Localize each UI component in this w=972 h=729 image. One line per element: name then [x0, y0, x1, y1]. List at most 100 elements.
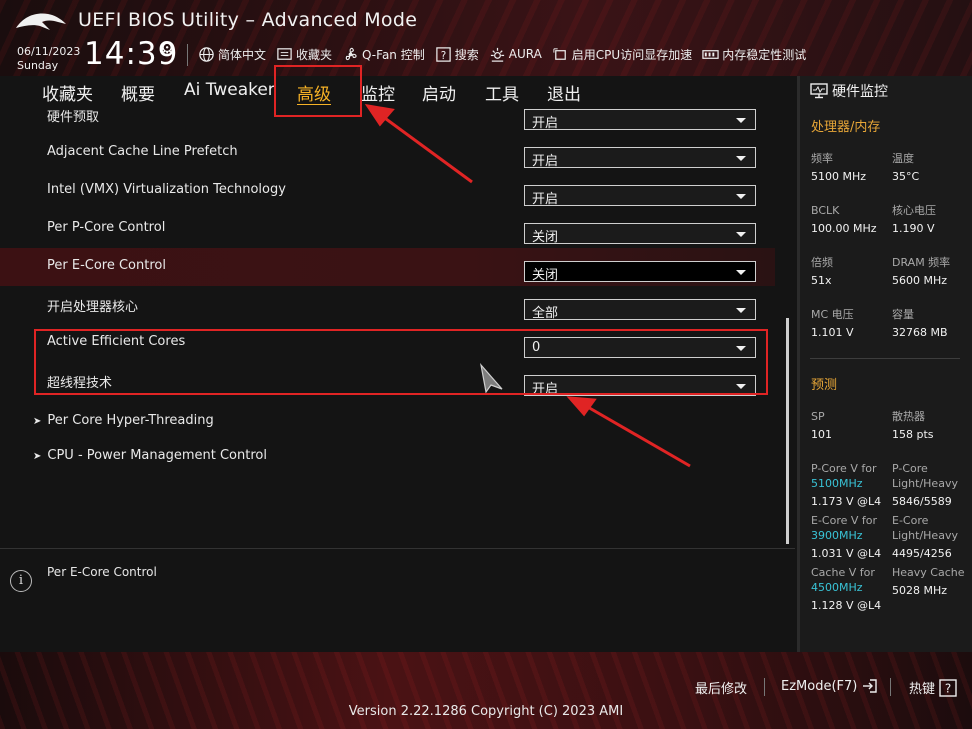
aura-button[interactable]: AURA	[489, 46, 542, 63]
help-text: Per E-Core Control	[47, 565, 157, 579]
setting-label: 硬件预取	[47, 110, 100, 125]
cooler-value: 158 pts	[892, 428, 934, 441]
rog-logo-icon	[16, 13, 66, 31]
metric-label: BCLK	[811, 204, 840, 217]
setting-dropdown[interactable]: 关闭	[524, 261, 756, 283]
dropdown-value: 全部	[532, 306, 559, 321]
setting-label: Per E-Core Control	[47, 258, 166, 273]
cache-v-freq: 4500MHz	[811, 581, 863, 594]
pcore-v-freq: 5100MHz	[811, 477, 863, 490]
header-divider	[187, 44, 188, 66]
setting-label: 开启处理器核心	[47, 300, 139, 315]
memory-test-icon	[702, 49, 719, 59]
favorites-label: 收藏夹	[296, 47, 333, 62]
qfan-button[interactable]: Q-Fan 控制	[342, 46, 425, 63]
metric-label: DRAM 频率	[892, 256, 951, 269]
ezmode-button[interactable]: EzMode(F7)	[781, 678, 879, 694]
last-modified-button[interactable]: 最后修改	[695, 678, 747, 697]
info-icon: i	[10, 570, 32, 592]
metric-value: 1.190 V	[892, 222, 935, 235]
pcore-v-value: 1.173 V @L4	[811, 495, 882, 508]
language-label: 简体中文	[218, 47, 267, 62]
sp-label: SP	[811, 410, 825, 423]
hardware-monitor-panel: 硬件监控 处理器/内存 频率 5100 MHz 温度 35°C BCLK 100…	[797, 76, 972, 652]
resize-bar-label: 启用CPU访问显存加速	[571, 47, 693, 62]
metric-label: 核心电压	[892, 204, 936, 217]
favorites-button[interactable]: 收藏夹	[276, 46, 332, 63]
panel-divider	[810, 358, 960, 359]
setting-row-enable-cores[interactable]: 开启处理器核心 全部	[0, 286, 775, 324]
metric-value: 5100 MHz	[811, 170, 867, 183]
ecore-v-label-text: E-Core V for	[811, 514, 878, 527]
submenu-label: CPU - Power Management Control	[47, 448, 267, 463]
metric-value: 100.00 MHz	[811, 222, 877, 235]
setting-dropdown[interactable]: 开启	[524, 185, 756, 207]
hotkeys-label: 热键	[909, 682, 936, 697]
monitor-title: 硬件监控	[810, 81, 888, 101]
svg-text:?: ?	[440, 49, 446, 61]
settings-scrollbar[interactable]	[786, 318, 789, 544]
search-label: 搜索	[454, 47, 479, 62]
submenu-cpu-power[interactable]: ➤ CPU - Power Management Control	[33, 448, 267, 463]
setting-dropdown[interactable]: 开启	[524, 147, 756, 169]
chevron-down-icon	[736, 232, 746, 237]
metric-value: 32768 MB	[892, 326, 948, 339]
submenu-label: Per Core Hyper-Threading	[47, 413, 214, 428]
search-button[interactable]: ? 搜索	[435, 46, 479, 63]
metric-value: 5600 MHz	[892, 274, 948, 287]
setting-row-vmx[interactable]: Intel (VMX) Virtualization Technology 开启	[0, 172, 775, 210]
dropdown-value: 开启	[532, 192, 559, 207]
pcore-lh-label: P-Core Light/Heavy	[892, 462, 958, 490]
ezmode-label: EzMode(F7)	[781, 678, 858, 694]
date-value: 06/11/2023	[17, 45, 81, 58]
hotkeys-help-icon: ?	[939, 678, 957, 697]
memory-test-button[interactable]: 内存稳定性测试	[702, 46, 806, 63]
setting-dropdown[interactable]: 关闭	[524, 223, 756, 245]
version-text: Version 2.22.1286 Copyright (C) 2023 AMI	[348, 704, 624, 719]
monitor-icon	[810, 83, 828, 99]
app-title: UEFI BIOS Utility – Advanced Mode	[78, 9, 418, 31]
cooler-label: 散热器	[892, 410, 925, 423]
setting-dropdown[interactable]: 全部	[524, 299, 756, 321]
setting-label: Adjacent Cache Line Prefetch	[47, 144, 238, 159]
setting-row-adjacent-cache[interactable]: Adjacent Cache Line Prefetch 开启	[0, 134, 775, 172]
metric-value: 51x	[811, 274, 832, 287]
metric-label: 倍频	[811, 256, 833, 269]
ecore-v-label: E-Core V for 3900MHz	[811, 513, 877, 543]
dropdown-value: 开启	[532, 154, 559, 169]
submenu-arrow-icon: ➤	[33, 451, 42, 462]
aura-icon	[490, 47, 504, 62]
help-panel: i Per E-Core Control	[0, 548, 795, 653]
cache-v-label-text: Cache V for	[811, 566, 875, 579]
footer-divider	[764, 678, 765, 696]
dropdown-value: 关闭	[532, 268, 559, 283]
heavy-cache-label: Heavy Cache	[892, 566, 965, 579]
ecore-v-value: 1.031 V @L4	[811, 547, 882, 560]
header-bar: UEFI BIOS Utility – Advanced Mode 06/11/…	[0, 0, 972, 76]
resize-bar-icon	[553, 47, 566, 60]
clock-settings-icon[interactable]: ⚙	[160, 38, 174, 57]
chevron-down-icon	[736, 118, 746, 123]
chevron-down-icon	[736, 194, 746, 199]
day-value: Sunday	[17, 59, 59, 72]
setting-row-per-e-core[interactable]: Per E-Core Control 关闭	[0, 248, 775, 286]
cache-v-value: 1.128 V @L4	[811, 599, 882, 612]
toolbar: 简体中文 收藏夹 Q-Fan 控制 ? 搜索 AURA 启用CPU访问显存加速 …	[198, 44, 806, 64]
hotkeys-button[interactable]: 热键 ?	[909, 678, 957, 697]
submenu-per-core-ht[interactable]: ➤ Per Core Hyper-Threading	[33, 413, 214, 428]
monitor-title-label: 硬件监控	[832, 84, 888, 100]
setting-label: Per P-Core Control	[47, 220, 166, 235]
globe-icon	[199, 46, 214, 62]
submenu-arrow-icon: ➤	[33, 416, 42, 427]
ecore-lh-label: E-Core Light/Heavy	[892, 514, 958, 542]
resize-bar-button[interactable]: 启用CPU访问显存加速	[552, 46, 692, 63]
setting-dropdown[interactable]: 开启	[524, 109, 756, 131]
exit-arrow-icon	[863, 679, 878, 693]
chevron-down-icon	[736, 270, 746, 275]
date-display: 06/11/2023 Sunday	[17, 45, 80, 73]
heavy-cache-value: 5028 MHz	[892, 584, 948, 597]
language-button[interactable]: 简体中文	[198, 46, 266, 63]
fan-icon	[345, 47, 357, 60]
setting-row-hw-prefetch[interactable]: 硬件预取 开启	[0, 96, 775, 134]
setting-row-per-p-core[interactable]: Per P-Core Control 关闭	[0, 210, 775, 248]
